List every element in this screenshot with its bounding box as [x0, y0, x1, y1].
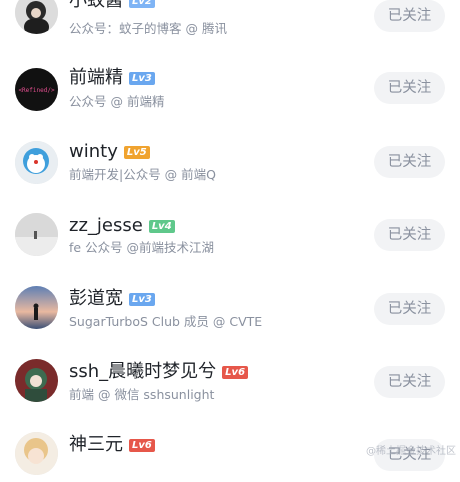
level-badge: Lv6	[129, 439, 155, 452]
list-item[interactable]: <Refined/> 前端精 Lv3 公众号 @ 前端精 已关注	[0, 58, 460, 118]
avatar[interactable]	[15, 432, 58, 475]
following-list: 小蚊酱 Lv2 公众号：蚊子的博客 @ 腾讯 已关注 <Refined/> 前端精…	[0, 0, 460, 475]
avatar[interactable]	[15, 286, 58, 329]
user-description: 公众号 @ 前端精	[69, 94, 165, 109]
list-item[interactable]: 彭道宽 Lv3 SugarTurboS Club 成员 @ CVTE 已关注	[0, 276, 460, 336]
level-badge: Lv6	[222, 366, 249, 379]
level-badge: Lv3	[129, 72, 155, 85]
list-item[interactable]: ssh_晨曦时梦见兮 Lv6 前端 @ 微信 sshsunlight 已关注	[0, 349, 460, 409]
watermark: @稀土掘金技术社区	[366, 446, 456, 457]
list-item[interactable]: 小蚊酱 Lv2 公众号：蚊子的博客 @ 腾讯 已关注	[0, 0, 460, 46]
user-description: 前端 @ 微信 sshsunlight	[69, 387, 215, 402]
user-name[interactable]: 前端精 Lv3	[69, 67, 155, 89]
level-badge: Lv2	[129, 0, 155, 8]
following-button[interactable]: 已关注	[374, 72, 445, 104]
following-button[interactable]: 已关注	[374, 366, 445, 398]
avatar[interactable]	[15, 0, 58, 34]
following-button[interactable]: 已关注	[374, 146, 445, 178]
avatar-text: <Refined/>	[18, 87, 55, 94]
user-description: SugarTurboS Club 成员 @ CVTE	[69, 314, 263, 329]
user-name[interactable]: zz_jesse Lv4	[69, 215, 175, 237]
user-name[interactable]: winty Lv5	[69, 141, 150, 163]
avatar[interactable]	[15, 141, 58, 184]
level-badge: Lv4	[148, 220, 175, 233]
level-badge: Lv3	[129, 293, 155, 306]
avatar[interactable]	[15, 213, 58, 256]
following-button[interactable]: 已关注	[374, 0, 445, 32]
avatar[interactable]	[15, 359, 58, 402]
user-name[interactable]: 小蚊酱 Lv2	[69, 0, 155, 12]
user-description: 前端开发|公众号 @ 前端Q	[69, 167, 216, 182]
avatar[interactable]: <Refined/>	[15, 68, 58, 111]
following-button[interactable]: 已关注	[374, 293, 445, 325]
user-description: fe 公众号 @前端技术江湖	[69, 240, 215, 255]
level-badge: Lv5	[123, 146, 150, 159]
user-name[interactable]: ssh_晨曦时梦见兮 Lv6	[69, 361, 249, 383]
list-item[interactable]: zz_jesse Lv4 fe 公众号 @前端技术江湖 已关注	[0, 203, 460, 263]
user-description: 公众号：蚊子的博客 @ 腾讯	[69, 21, 227, 36]
user-name[interactable]: 神三元 Lv6	[69, 434, 155, 456]
user-name[interactable]: 彭道宽 Lv3	[69, 288, 155, 310]
list-item[interactable]: winty Lv5 前端开发|公众号 @ 前端Q 已关注	[0, 131, 460, 191]
following-button[interactable]: 已关注	[374, 219, 445, 251]
